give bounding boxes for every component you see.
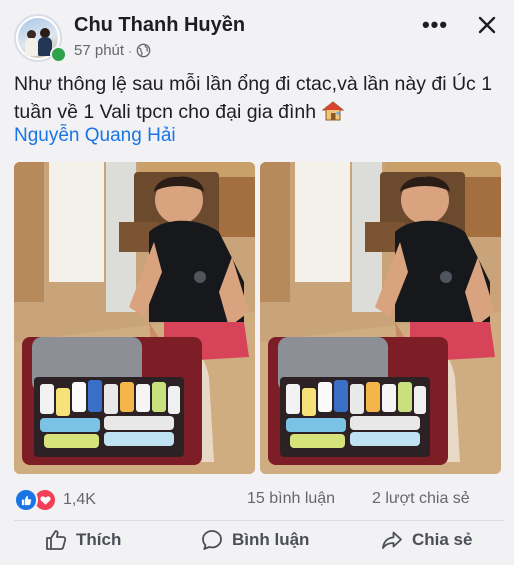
author-name[interactable]: Chu Thanh Huyền	[74, 14, 245, 37]
tagged-person-link[interactable]: Nguyễn Quang Hải	[14, 125, 176, 147]
post-photo-1[interactable]	[14, 162, 255, 474]
comment-button[interactable]: Bình luận	[200, 525, 309, 555]
reactions-summary[interactable]: 1,4K	[14, 488, 96, 512]
like-button[interactable]: Thích	[44, 525, 121, 555]
post-time[interactable]: 57 phút	[74, 42, 124, 59]
globe-icon[interactable]	[136, 43, 151, 58]
post-caption-text: Như thông lệ sau mỗi lần ổng đi ctac,và …	[14, 73, 493, 123]
like-button-label: Thích	[76, 530, 122, 549]
meta-separator: ·	[128, 43, 133, 58]
shares-count[interactable]: 2 lượt chia sẻ	[372, 490, 470, 508]
like-reaction-icon	[14, 488, 38, 512]
share-button[interactable]: Chia sẻ	[380, 525, 472, 555]
post-meta: 57 phút ·	[74, 42, 151, 59]
comment-button-label: Bình luận	[232, 530, 310, 549]
post-caption: Như thông lệ sau mỗi lần ổng đi ctac,và …	[14, 70, 504, 126]
comment-bubble-icon	[202, 530, 222, 550]
house-icon	[321, 101, 344, 121]
thumbs-up-icon	[46, 530, 67, 550]
comments-count[interactable]: 15 bình luận	[247, 490, 335, 508]
actions-divider	[14, 520, 504, 521]
more-options-button[interactable]: •••	[420, 12, 450, 38]
close-icon	[478, 16, 496, 34]
reaction-count: 1,4K	[63, 491, 96, 508]
facebook-post: Chu Thanh Huyền 57 phút · ••• Như thông …	[0, 0, 514, 565]
close-button[interactable]	[474, 12, 500, 38]
more-icon: •••	[421, 12, 449, 37]
share-arrow-icon	[382, 531, 402, 549]
share-button-label: Chia sẻ	[412, 530, 473, 549]
post-photo-2[interactable]	[260, 162, 501, 474]
online-status-dot	[50, 46, 67, 63]
